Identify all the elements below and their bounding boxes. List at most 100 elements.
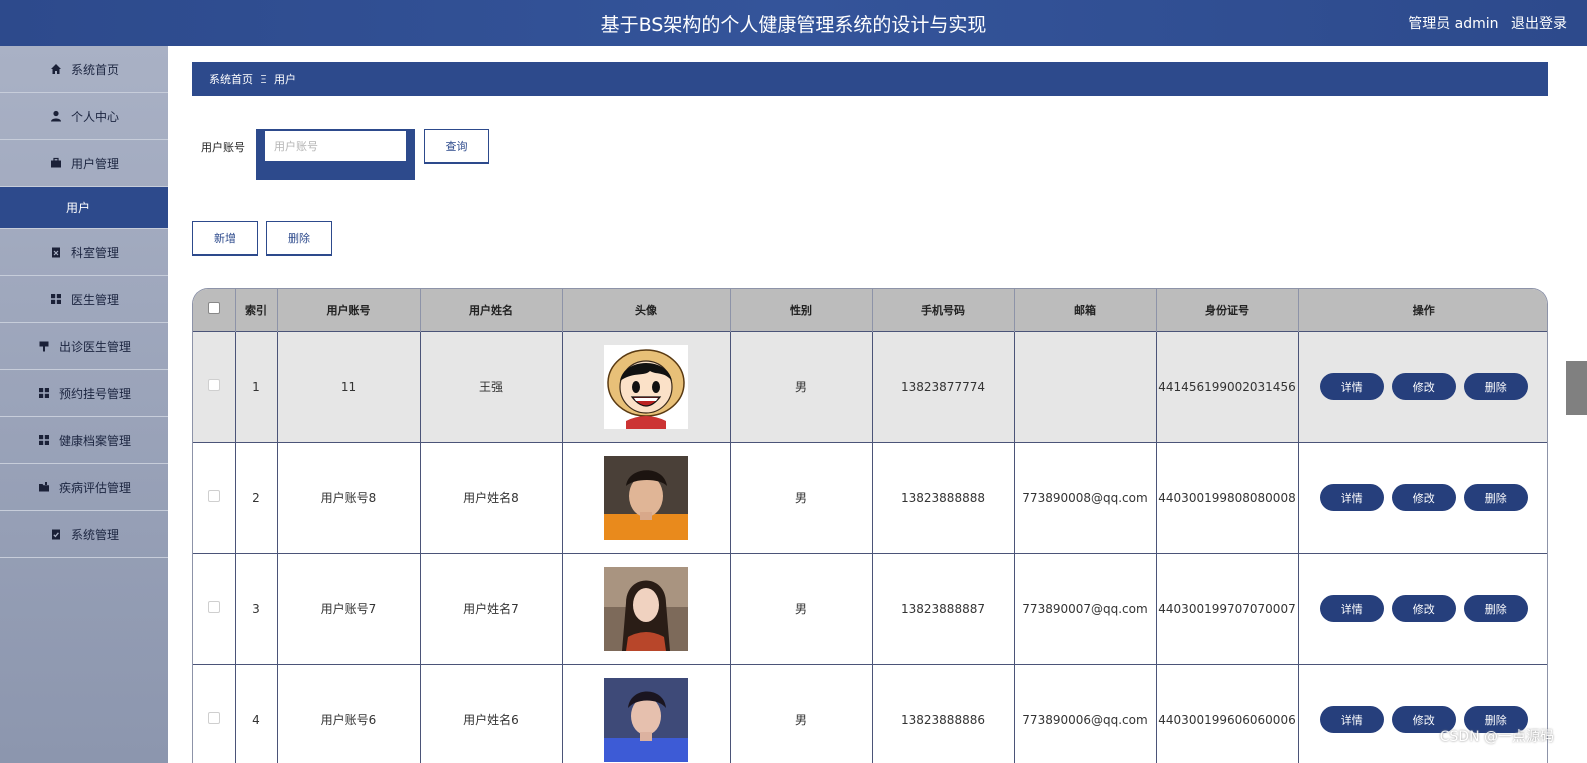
- sidebar-item-personal-center[interactable]: 个人中心: [0, 93, 168, 140]
- select-all-checkbox[interactable]: [207, 302, 220, 315]
- avatar-cell: [562, 441, 731, 553]
- detail-button[interactable]: 详情: [1319, 595, 1384, 622]
- home-icon: [49, 62, 63, 76]
- sidebar-item-user[interactable]: 用户: [0, 187, 168, 229]
- sidebar-item-label: 个人中心: [70, 109, 119, 124]
- gender-cell: 男: [730, 663, 873, 763]
- photo-avatar: [604, 455, 688, 540]
- sidebar-item-disease-assessment-management[interactable]: 疾病评估管理: [0, 464, 168, 511]
- folder-icon: [37, 480, 51, 494]
- briefcase-icon: [49, 156, 63, 170]
- row-checkbox[interactable]: [207, 712, 220, 725]
- row-delete-button[interactable]: 删除: [1463, 595, 1528, 622]
- gender-cell: 男: [730, 552, 873, 664]
- select-all-cell: [193, 289, 236, 331]
- id-card-cell: 440300199808080008: [1156, 441, 1299, 553]
- detail-button[interactable]: 详情: [1319, 373, 1384, 400]
- row-select-cell: [193, 441, 236, 553]
- table-row[interactable]: 1 11 王强 男 13823877774 441456199002031456…: [193, 330, 1547, 442]
- photo-avatar: [604, 566, 688, 651]
- row-delete-button[interactable]: 删除: [1463, 484, 1528, 511]
- sidebar-item-home[interactable]: 系统首页: [0, 46, 168, 93]
- sidebar-item-visiting-doctor-management[interactable]: 出诊医生管理: [0, 323, 168, 370]
- breadcrumb-home[interactable]: 系统首页: [209, 71, 253, 87]
- name-cell: 王强: [420, 330, 563, 442]
- name-cell: 用户姓名6: [420, 663, 563, 763]
- grid-icon: [37, 386, 51, 400]
- breadcrumb-separator: Ξ: [260, 72, 267, 86]
- user-table: 索引 用户账号 用户姓名 头像 性别 手机号码 邮箱 身份证号 操作 1 11 …: [192, 288, 1548, 763]
- add-button[interactable]: 新增: [192, 221, 258, 256]
- phone-cell: 13823888887: [872, 552, 1015, 664]
- page-title: 基于BS架构的个人健康管理系统的设计与实现: [600, 14, 987, 36]
- edit-button[interactable]: 修改: [1391, 373, 1456, 400]
- name-cell: 用户姓名8: [420, 441, 563, 553]
- column-header: 索引: [235, 289, 278, 331]
- table-row[interactable]: 2 用户账号8 用户姓名8 男 13823888888 773890008@qq…: [193, 441, 1547, 553]
- grid-icon: [49, 292, 63, 306]
- column-header: 性别: [730, 289, 873, 331]
- table-row[interactable]: 3 用户账号7 用户姓名7 男 13823888887 773890007@qq…: [193, 552, 1547, 664]
- breadcrumb-current: 用户: [273, 73, 296, 86]
- sidebar-item-label: 科室管理: [70, 245, 119, 260]
- avatar-cell: [562, 330, 731, 442]
- sidebar-item-doctor-management[interactable]: 医生管理: [0, 276, 168, 323]
- detail-button[interactable]: 详情: [1319, 484, 1384, 511]
- delete-button[interactable]: 删除: [266, 221, 332, 256]
- avatar-cell: [562, 663, 731, 763]
- gender-cell: 男: [730, 441, 873, 553]
- sidebar-item-label: 预约挂号管理: [58, 386, 131, 401]
- watermark: CSDN @一点源码: [1439, 729, 1554, 745]
- table-row[interactable]: 4 用户账号6 用户姓名6 男 13823888886 773890006@qq…: [193, 663, 1547, 763]
- sidebar-item-label: 用户管理: [70, 156, 119, 171]
- sidebar-item-department-management[interactable]: 科室管理: [0, 229, 168, 276]
- account-cell: 用户账号8: [277, 441, 421, 553]
- email-cell: [1014, 330, 1157, 442]
- name-cell: 用户姓名7: [420, 552, 563, 664]
- index-cell: 2: [235, 441, 278, 553]
- email-cell: 773890008@qq.com: [1014, 441, 1157, 553]
- sidebar-item-label: 系统管理: [70, 527, 119, 542]
- logout-link[interactable]: 退出登录: [1511, 16, 1567, 32]
- row-checkbox[interactable]: [207, 490, 220, 502]
- clipboard-check-icon: [49, 527, 63, 541]
- phone-cell: 13823877774: [872, 330, 1015, 442]
- column-header: 用户账号: [277, 289, 421, 331]
- cartoon-avatar: [604, 344, 688, 429]
- edit-button[interactable]: 修改: [1391, 595, 1456, 622]
- index-cell: 3: [235, 552, 278, 664]
- detail-button[interactable]: 详情: [1319, 706, 1384, 734]
- sidebar: 系统首页 个人中心 用户管理 用户 科室管理 医生管理 出诊医生管理 预约挂号管…: [0, 46, 168, 763]
- id-card-cell: 440300199606060006: [1156, 663, 1299, 763]
- row-delete-button[interactable]: 删除: [1463, 373, 1528, 400]
- sidebar-item-health-record-management[interactable]: 健康档案管理: [0, 417, 168, 464]
- sidebar-item-label: 出诊医生管理: [58, 339, 131, 354]
- sidebar-item-label: 医生管理: [70, 292, 119, 307]
- search-input[interactable]: [265, 131, 406, 161]
- sidebar-item-system-management[interactable]: 系统管理: [0, 511, 168, 558]
- side-drawer-handle[interactable]: [1566, 361, 1587, 415]
- sidebar-item-user-management[interactable]: 用户管理: [0, 140, 168, 187]
- actions-cell: 详情 修改 删除: [1298, 330, 1547, 442]
- email-cell: 773890007@qq.com: [1014, 552, 1157, 664]
- row-checkbox[interactable]: [207, 601, 220, 613]
- column-header: 身份证号: [1156, 289, 1299, 331]
- column-header: 邮箱: [1014, 289, 1157, 331]
- table-header-row: 索引 用户账号 用户姓名 头像 性别 手机号码 邮箱 身份证号 操作: [193, 289, 1547, 331]
- sidebar-item-label: 系统首页: [70, 62, 119, 77]
- user-label: 管理员 admin: [1408, 16, 1499, 32]
- sidebar-item-appointment-management[interactable]: 预约挂号管理: [0, 370, 168, 417]
- breadcrumb: 系统首页 Ξ 用户: [192, 62, 1548, 96]
- row-checkbox[interactable]: [207, 379, 220, 391]
- index-cell: 4: [235, 663, 278, 763]
- search-box: [256, 129, 415, 180]
- edit-button[interactable]: 修改: [1391, 484, 1456, 511]
- query-button[interactable]: 查询: [424, 129, 489, 164]
- account-cell: 11: [277, 330, 421, 442]
- user-area: 管理员 admin 退出登录: [1400, 13, 1567, 33]
- actions-cell: 详情 修改 删除: [1298, 663, 1547, 763]
- grid-icon: [37, 433, 51, 447]
- clipboard-x-icon: [49, 245, 63, 259]
- actions-cell: 详情 修改 删除: [1298, 441, 1547, 553]
- column-header: 头像: [562, 289, 731, 331]
